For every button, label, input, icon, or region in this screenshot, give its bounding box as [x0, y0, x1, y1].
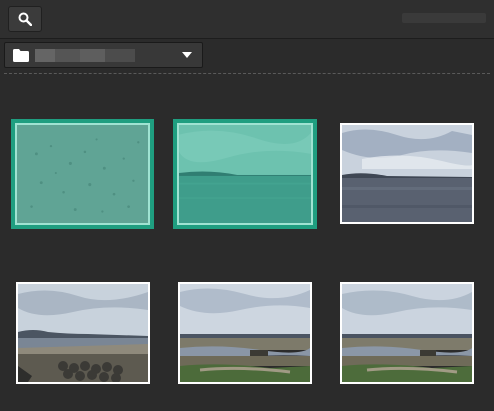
search-icon — [18, 12, 32, 26]
thumbnail-image — [177, 123, 313, 225]
folder-icon — [13, 49, 29, 62]
folder-name-redacted — [35, 49, 135, 62]
folder-bar — [0, 39, 494, 73]
thumbnail-image — [16, 282, 150, 384]
thumbnail-image — [178, 282, 312, 384]
top-toolbar — [0, 0, 494, 39]
thumbnail-image — [340, 282, 474, 384]
chevron-down-icon — [182, 52, 192, 58]
thumbnail[interactable] — [16, 282, 150, 384]
thumbnail[interactable] — [340, 282, 474, 384]
thumbnail[interactable] — [173, 119, 317, 229]
toolbar-placeholder — [402, 13, 486, 23]
search-button[interactable] — [8, 6, 42, 32]
folder-dropdown[interactable] — [4, 42, 203, 68]
thumbnail-image — [340, 123, 474, 224]
thumbnail-grid — [0, 76, 494, 411]
thumbnail[interactable] — [11, 119, 154, 229]
divider — [4, 73, 490, 74]
thumbnail[interactable] — [178, 282, 312, 384]
thumbnail[interactable] — [340, 123, 474, 224]
thumbnail-image — [15, 123, 150, 225]
